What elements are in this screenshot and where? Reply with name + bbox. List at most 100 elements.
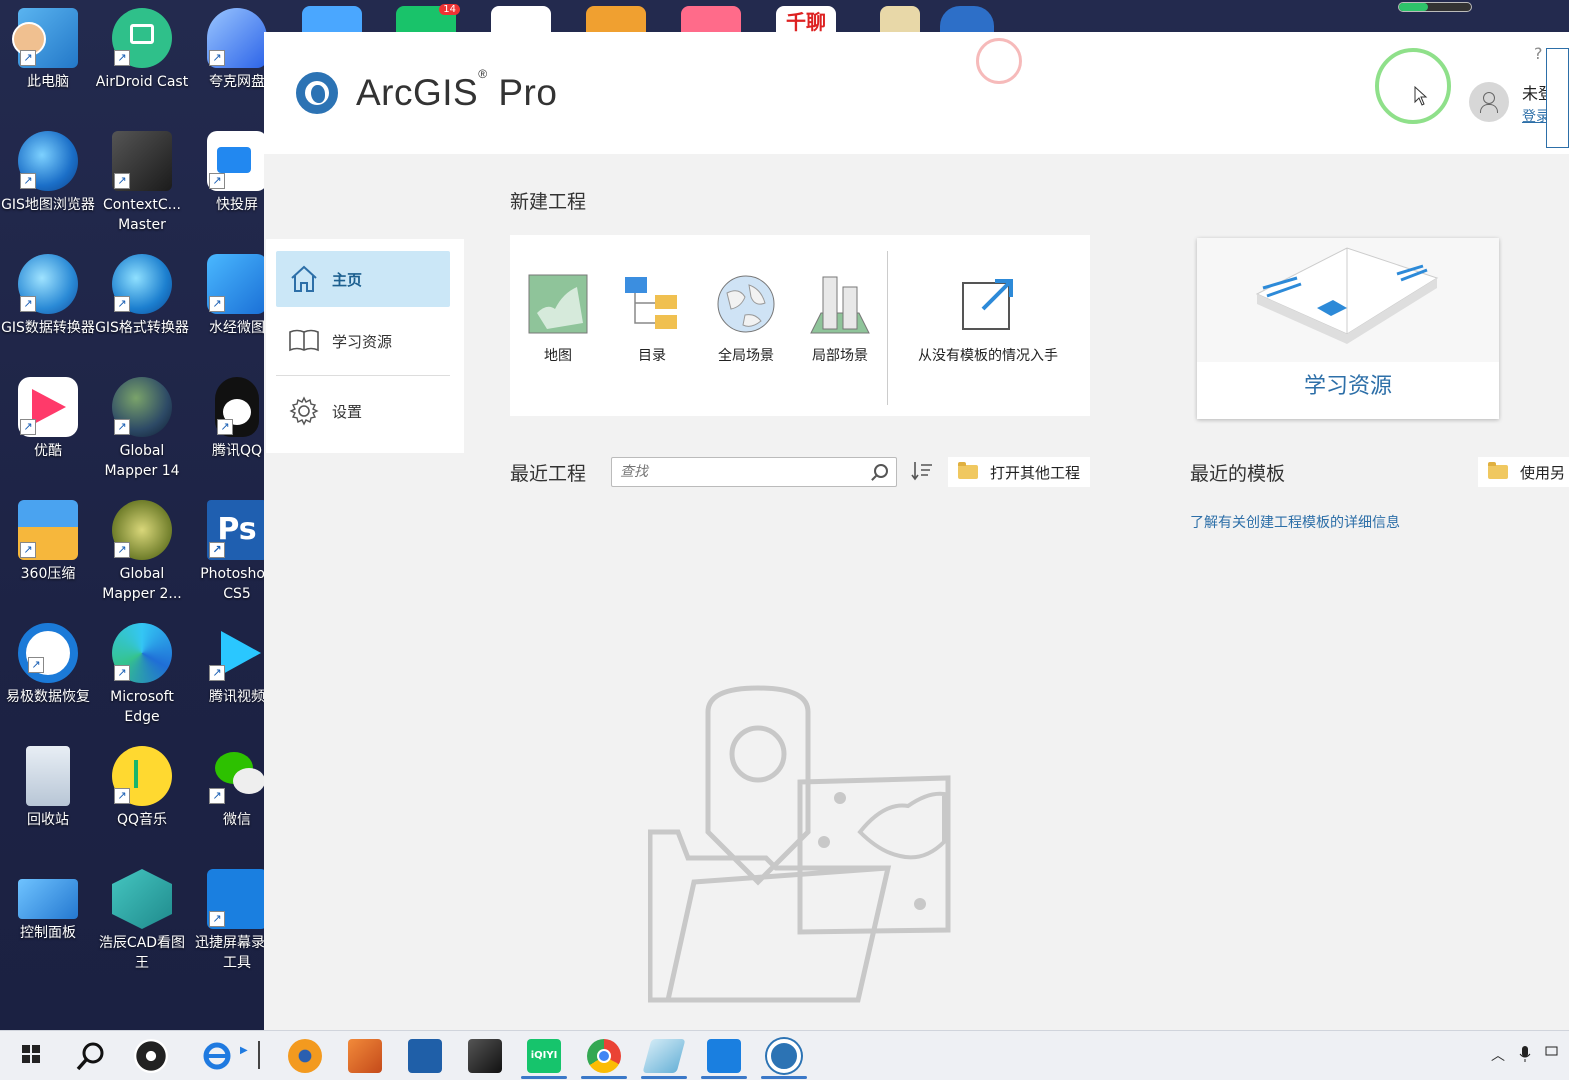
taskbar-divider — [258, 1041, 260, 1069]
desktop-icon-cad-viewer[interactable]: 浩辰CAD看图王 — [94, 869, 190, 973]
click-indicator — [976, 38, 1022, 84]
nav-divider — [276, 375, 450, 376]
new-local-scene-tile[interactable]: 局部场景 — [800, 273, 880, 365]
tile-label: 目录 — [638, 348, 666, 364]
zip-folder-icon: ↗ — [18, 500, 78, 560]
new-catalog-tile[interactable]: 目录 — [612, 273, 692, 365]
recovery-icon: ↗ — [18, 623, 78, 683]
desktop-icon-label: 此电脑 — [27, 74, 69, 90]
recycle-bin-icon — [26, 746, 70, 806]
desktop-icon-global-mapper-2[interactable]: ↗ Global Mapper 2... — [94, 500, 190, 604]
arcgis-logo-icon — [296, 72, 338, 114]
start-button[interactable] — [16, 1039, 50, 1073]
start-without-template-tile[interactable]: 从没有模板的情况入手 — [908, 273, 1068, 365]
template-info-link[interactable]: 了解有关创建工程模板的详细信息 — [1190, 512, 1400, 532]
search-input[interactable] — [620, 462, 860, 482]
desktop-icon-global-mapper-14[interactable]: ↗ Global Mapper 14 — [94, 377, 190, 481]
sidebar-item-label: 学习资源 — [332, 332, 393, 351]
desktop-icon-control-panel[interactable]: 控制面板 — [0, 869, 96, 943]
active-indicator — [641, 1076, 687, 1079]
desktop-icon-label: ContextC... Master — [103, 197, 181, 233]
use-other-template-button[interactable]: 使用另 — [1478, 457, 1569, 487]
app-suffix: Pro — [498, 72, 558, 113]
sort-button[interactable] — [910, 460, 936, 484]
globe-icon: ↗ — [18, 131, 78, 191]
earth-icon: ↗ — [112, 377, 172, 437]
folder-icon — [958, 462, 978, 479]
open-book-illustration — [1197, 238, 1499, 362]
desktop-icon-gis-map-browser[interactable]: ↗ GIS地图浏览器 — [0, 131, 96, 215]
desktop-icon-gis-data-converter[interactable]: ↗ GIS数据转换器 — [0, 254, 96, 338]
iqiyi-icon[interactable]: iQIYI — [527, 1039, 561, 1073]
home-icon — [288, 264, 320, 294]
cursor-highlight — [1375, 48, 1451, 124]
new-map-tile[interactable]: 地图 — [518, 273, 598, 365]
airdroid-cast-icon: ↗ — [112, 8, 172, 68]
cast-screen-icon: ↗ — [207, 131, 267, 191]
desktop-icon-airdroid[interactable]: ↗ AirDroid Cast — [94, 8, 190, 92]
sidebar-item-label: 主页 — [332, 270, 363, 289]
desktop-icon-label: GIS地图浏览器 — [1, 197, 95, 213]
desktop-icon-label: 优酷 — [34, 443, 62, 459]
empty-projects-illustration — [647, 682, 958, 1004]
start-without-template-icon — [957, 273, 1019, 335]
desktop-icon-label: Global Mapper 14 — [104, 443, 180, 479]
desktop-icon-360zip[interactable]: ↗ 360压缩 — [0, 500, 96, 584]
desktop-icon-label: 360压缩 — [20, 566, 76, 582]
chevron-up-icon[interactable]: ︿ — [1491, 1045, 1505, 1067]
system-tray: ︿ — [1491, 1045, 1559, 1067]
sidebar-item-learning[interactable]: 学习资源 — [276, 313, 450, 369]
sketchup-icon[interactable] — [408, 1039, 442, 1073]
tencent-video-icon: ↗ — [207, 623, 267, 683]
tile-label: 全局场景 — [718, 348, 774, 364]
desktop-icon-qq-music[interactable]: ↗ QQ音乐 — [94, 746, 190, 830]
desktop-icon-label: GIS数据转换器 — [1, 320, 95, 336]
internet-explorer-icon[interactable] — [200, 1039, 234, 1073]
globe-scene-icon — [715, 273, 777, 335]
window-header: ArcGIS® Pro ? 未登 登录 — [264, 32, 1569, 154]
recent-projects-title: 最近工程 — [510, 463, 587, 485]
catalog-icon — [621, 273, 683, 335]
desktop-icon-contextconsole[interactable]: ↗ ContextC... Master — [94, 131, 190, 235]
window-edge-panel — [1546, 48, 1569, 148]
stationery-app-icon[interactable] — [642, 1039, 686, 1073]
screen-recorder-icon[interactable] — [707, 1039, 741, 1073]
sidebar-item-home[interactable]: 主页 — [276, 251, 450, 307]
box-app-icon[interactable] — [348, 1039, 382, 1073]
new-project-title: 新建工程 — [510, 191, 587, 213]
desktop-icon-data-recovery[interactable]: ↗ 易极数据恢复 — [0, 623, 96, 707]
blender-icon[interactable] — [288, 1039, 322, 1073]
taskbar-search-button[interactable] — [74, 1039, 108, 1073]
qq-music-icon: ↗ — [112, 746, 172, 806]
desktop-icon-recycle-bin[interactable]: 回收站 — [0, 746, 96, 830]
desktop-icon-gis-format-converter[interactable]: ↗ GIS格式转换器 — [94, 254, 190, 338]
new-global-scene-tile[interactable]: 全局场景 — [706, 273, 786, 365]
search-icon[interactable] — [874, 464, 888, 478]
tile-separator — [887, 251, 888, 405]
active-indicator — [521, 1076, 567, 1079]
arcgis-pro-taskbar-icon[interactable] — [767, 1039, 801, 1073]
edge-icon: ↗ — [112, 623, 172, 683]
globe-icon: ↗ — [18, 254, 78, 314]
user-avatar[interactable] — [1469, 82, 1509, 122]
desktop-icon-this-pc[interactable]: ↗ 此电脑 — [0, 8, 96, 92]
tile-label: 从没有模板的情况入手 — [918, 348, 1058, 364]
active-indicator — [701, 1076, 747, 1079]
battery-icon[interactable] — [1545, 1045, 1559, 1067]
sidebar-item-settings[interactable]: 设置 — [276, 383, 450, 439]
chrome-icon[interactable] — [587, 1039, 621, 1073]
pinwheel-app-icon[interactable] — [134, 1039, 168, 1073]
desktop-icon-label: 易极数据恢复 — [6, 689, 90, 705]
open-other-project-button[interactable]: 打开其他工程 — [948, 457, 1090, 487]
globe-icon: ↗ — [112, 254, 172, 314]
help-button[interactable]: ? — [1534, 44, 1543, 63]
search-icon — [76, 1042, 104, 1071]
qq-penguin-icon: ↗ — [215, 377, 259, 437]
chevron-right-icon[interactable]: ▶ — [240, 1045, 248, 1056]
desktop-icon-youku[interactable]: ↗ 优酷 — [0, 377, 96, 461]
dark-box-app-icon[interactable] — [468, 1039, 502, 1073]
learning-resources-card[interactable]: 学习资源 — [1197, 238, 1499, 419]
desktop-icon-label: GIS格式转换器 — [95, 320, 189, 336]
desktop-icon-edge[interactable]: ↗ Microsoft Edge — [94, 623, 190, 727]
microphone-icon[interactable] — [1519, 1045, 1531, 1067]
